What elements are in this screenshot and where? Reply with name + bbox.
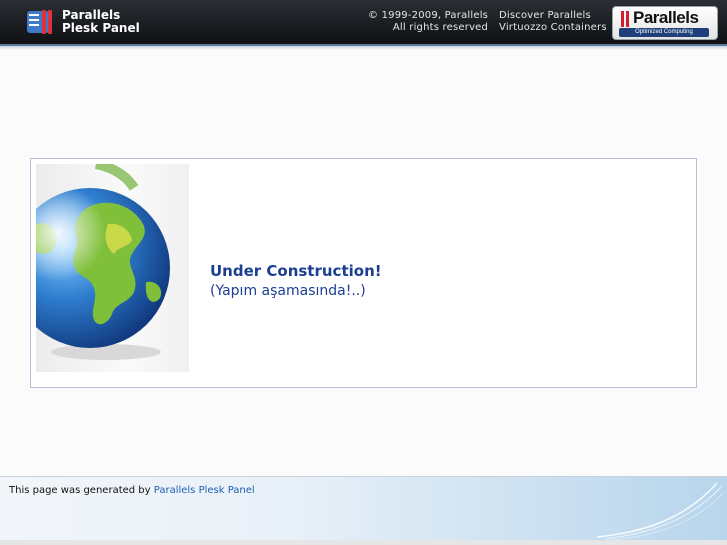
plesk-panel-link[interactable]: Parallels Plesk Panel (154, 485, 255, 496)
copyright: © 1999-2009, Parallels All rights reserv… (368, 10, 488, 34)
top-header: Parallels Plesk Panel © 1999-2009, Paral… (0, 0, 727, 50)
brand-name: Parallels (633, 8, 699, 27)
swoosh-decoration-icon (596, 482, 724, 541)
footer-prefix: This page was generated by (9, 485, 154, 496)
discover-parallels-link[interactable]: Discover Parallels (499, 10, 607, 22)
brand-tagline: Optimized Computing (619, 28, 709, 37)
product-name-line2: Plesk Panel (62, 21, 140, 35)
construction-title: Under Construction! (210, 262, 382, 280)
construction-panel: Under Construction! (Yapım aşamasında!..… (30, 158, 697, 388)
parallels-brand-logo[interactable]: Parallels Optimized Computing (612, 6, 718, 40)
header-links: Discover Parallels Virtuozzo Containers (499, 10, 607, 34)
plesk-panel-logo-icon (27, 10, 52, 34)
globe-icon (36, 164, 170, 360)
copyright-line2: All rights reserved (392, 22, 489, 33)
footer-text: This page was generated by Parallels Ple… (9, 485, 255, 496)
construction-message: Under Construction! (Yapım aşamasında!..… (210, 261, 382, 301)
construction-subtitle: (Yapım aşamasında!..) (210, 283, 366, 299)
virtuozzo-containers-link[interactable]: Virtuozzo Containers (499, 22, 607, 34)
product-name: Parallels Plesk Panel (62, 9, 140, 35)
globe-image (36, 164, 189, 372)
bottom-strip (0, 540, 727, 545)
copyright-line1: © 1999-2009, Parallels (368, 10, 489, 21)
footer: This page was generated by Parallels Ple… (0, 476, 727, 541)
